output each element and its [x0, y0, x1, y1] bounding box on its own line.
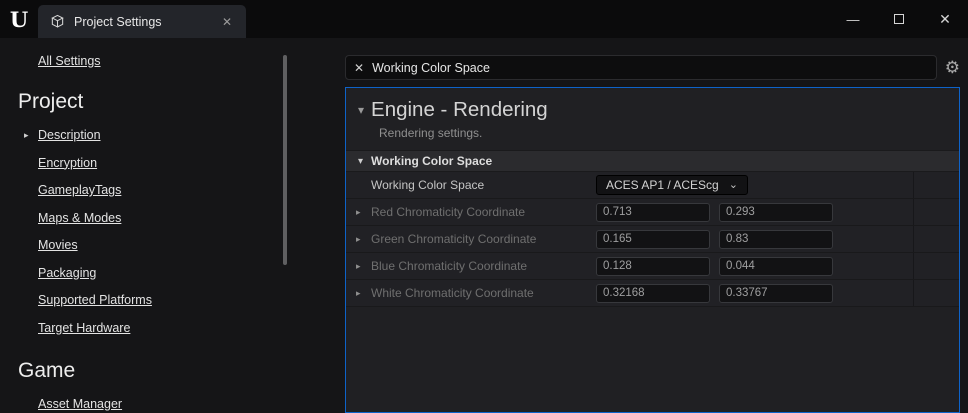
section-working-color-space[interactable]: ▾ Working Color Space — [346, 150, 959, 172]
sidebar-item-label[interactable]: Encryption — [38, 156, 97, 170]
sidebar-heading-project: Project — [18, 90, 296, 114]
setting-row-white-chromaticity: ▸ White Chromaticity Coordinate — [346, 280, 959, 307]
tab-close-icon[interactable]: ✕ — [218, 13, 236, 31]
sidebar-item-description[interactable]: ▸ Description — [38, 128, 296, 142]
dropdown-selected-value: ACES AP1 / ACEScg — [606, 178, 719, 192]
red-x-input[interactable] — [596, 203, 710, 222]
category-subtitle: Rendering settings. — [346, 126, 959, 150]
setting-label: Working Color Space — [371, 178, 484, 192]
reset-column — [913, 253, 959, 279]
reset-column — [913, 199, 959, 225]
tab-project-settings[interactable]: Project Settings ✕ — [38, 5, 246, 38]
green-y-input[interactable] — [719, 230, 833, 249]
search-input[interactable] — [372, 61, 928, 75]
setting-row-green-chromaticity: ▸ Green Chromaticity Coordinate — [346, 226, 959, 253]
sidebar-item-all-settings[interactable]: All Settings — [38, 54, 101, 68]
settings-gear-icon[interactable]: ⚙ — [945, 59, 960, 76]
sidebar-item-label[interactable]: Movies — [38, 238, 78, 252]
sidebar-scrollbar[interactable] — [283, 55, 287, 265]
sidebar-heading-game: Game — [18, 359, 296, 383]
reset-column — [913, 172, 959, 198]
search-row: ✕ ⚙ — [345, 55, 960, 80]
reset-column — [913, 280, 959, 306]
sidebar-item-label[interactable]: Asset Manager — [38, 397, 122, 411]
expand-arrow-icon[interactable]: ▸ — [356, 234, 364, 245]
project-settings-icon — [50, 14, 65, 29]
sidebar-item-label[interactable]: Supported Platforms — [38, 293, 152, 307]
sidebar-item-gameplaytags[interactable]: GameplayTags — [38, 183, 296, 197]
sidebar-item-supported-platforms[interactable]: Supported Platforms — [38, 293, 296, 307]
sidebar-item-packaging[interactable]: Packaging — [38, 266, 296, 280]
setting-row-working-color-space: Working Color Space ACES AP1 / ACEScg ⌄ — [346, 172, 959, 199]
expand-arrow-icon[interactable]: ▸ — [356, 261, 364, 272]
sidebar-item-movies[interactable]: Movies — [38, 238, 296, 252]
sidebar-item-target-hardware[interactable]: Target Hardware — [38, 321, 296, 335]
reset-column — [913, 226, 959, 252]
setting-label: Red Chromaticity Coordinate — [371, 205, 525, 219]
color-space-dropdown[interactable]: ACES AP1 / ACEScg ⌄ — [596, 175, 748, 195]
sidebar-item-encryption[interactable]: Encryption — [38, 156, 296, 170]
maximize-button[interactable] — [876, 0, 922, 38]
close-button[interactable]: ✕ — [922, 0, 968, 38]
title-bar: U Project Settings ✕ — ✕ — [0, 0, 968, 38]
sidebar-item-label[interactable]: GameplayTags — [38, 183, 121, 197]
sidebar-item-label[interactable]: Target Hardware — [38, 321, 130, 335]
maximize-icon — [894, 14, 904, 24]
blue-x-input[interactable] — [596, 257, 710, 276]
close-icon: ✕ — [939, 11, 951, 28]
white-y-input[interactable] — [719, 284, 833, 303]
red-y-input[interactable] — [719, 203, 833, 222]
collapse-arrow-icon[interactable]: ▾ — [358, 103, 364, 117]
white-x-input[interactable] — [596, 284, 710, 303]
unreal-logo-icon: U — [10, 7, 28, 32]
blue-y-input[interactable] — [719, 257, 833, 276]
chevron-down-icon: ⌄ — [729, 182, 738, 189]
clear-search-icon[interactable]: ✕ — [354, 61, 364, 75]
sidebar-item-asset-manager[interactable]: Asset Manager — [38, 397, 296, 411]
minimize-button[interactable]: — — [830, 0, 876, 38]
setting-label: Green Chromaticity Coordinate — [371, 232, 536, 246]
sidebar-item-label[interactable]: Description — [38, 128, 101, 142]
titlebar-drag-area[interactable] — [246, 0, 830, 38]
category-title: Engine - Rendering — [371, 98, 548, 122]
setting-label: Blue Chromaticity Coordinate — [371, 259, 527, 273]
setting-label: White Chromaticity Coordinate — [371, 286, 534, 300]
section-collapse-icon[interactable]: ▾ — [358, 156, 363, 167]
settings-content: ✕ ⚙ ▾ Engine - Rendering Rendering setti… — [296, 38, 968, 413]
expand-arrow-icon[interactable]: ▸ — [24, 130, 29, 141]
unreal-logo[interactable]: U — [0, 0, 38, 38]
tab-title: Project Settings — [74, 15, 209, 29]
sidebar-item-maps-modes[interactable]: Maps & Modes — [38, 211, 296, 225]
sidebar-item-label[interactable]: Packaging — [38, 266, 96, 280]
settings-panel: ▾ Engine - Rendering Rendering settings.… — [345, 87, 960, 413]
expand-arrow-icon[interactable]: ▸ — [356, 207, 364, 218]
sidebar-item-label[interactable]: Maps & Modes — [38, 211, 121, 225]
setting-row-red-chromaticity: ▸ Red Chromaticity Coordinate — [346, 199, 959, 226]
category-header[interactable]: ▾ Engine - Rendering — [346, 88, 959, 126]
green-x-input[interactable] — [596, 230, 710, 249]
search-box[interactable]: ✕ — [345, 55, 937, 80]
workspace: All Settings Project ▸ Description Encry… — [0, 38, 968, 413]
minimize-icon: — — [847, 12, 860, 27]
settings-sidebar: All Settings Project ▸ Description Encry… — [0, 38, 296, 413]
setting-row-blue-chromaticity: ▸ Blue Chromaticity Coordinate — [346, 253, 959, 280]
expand-arrow-icon[interactable]: ▸ — [356, 288, 364, 299]
section-title: Working Color Space — [371, 154, 492, 168]
